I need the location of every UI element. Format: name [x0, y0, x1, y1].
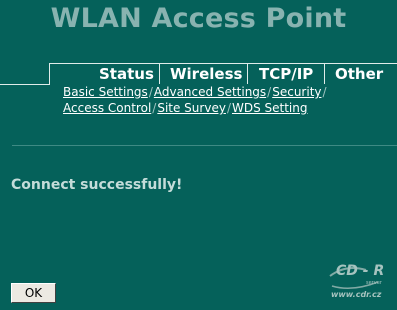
- watermark-url: www.cdr.cz: [331, 290, 382, 299]
- subnav-security-link[interactable]: Security: [272, 85, 321, 99]
- subnav-separator: /: [148, 85, 153, 99]
- tab-other[interactable]: Other: [335, 65, 383, 84]
- subnav-wds-setting-link[interactable]: WDS Setting: [232, 101, 308, 115]
- subnav-advanced-settings-link[interactable]: Advanced Settings: [154, 85, 266, 99]
- watermark-brand: CD - R: [336, 263, 385, 279]
- tab-wireless[interactable]: Wireless: [170, 65, 242, 84]
- subnav-row-2: Access Control/Site Survey/WDS Setting: [63, 101, 308, 116]
- tab-bar-baseline: [0, 84, 50, 85]
- tab-separator: [159, 64, 160, 84]
- subnav-site-survey-link[interactable]: Site Survey: [157, 101, 226, 115]
- subnav-access-control-link[interactable]: Access Control: [63, 101, 151, 115]
- subnav-row-1: Basic Settings/Advanced Settings/Securit…: [63, 85, 328, 100]
- page-title: WLAN Access Point: [50, 3, 347, 34]
- tab-separator: [247, 64, 248, 84]
- cdr-watermark-logo: CD - R server www.cdr.cz: [326, 262, 394, 302]
- tab-separator: [324, 64, 325, 84]
- subnav-separator: /: [267, 85, 272, 99]
- tab-bar-top-rule: [49, 63, 397, 64]
- subnav-basic-settings-link[interactable]: Basic Settings: [63, 85, 148, 99]
- subnav-separator: /: [152, 101, 157, 115]
- subnav-separator: /: [226, 101, 231, 115]
- ok-button[interactable]: OK: [11, 283, 56, 303]
- tab-status[interactable]: Status: [99, 65, 154, 84]
- tab-tcpip[interactable]: TCP/IP: [259, 65, 313, 84]
- status-message: Connect successfully!: [11, 177, 183, 193]
- subnav-separator: /: [322, 85, 327, 99]
- content-divider: [12, 145, 397, 146]
- watermark-small-text: server: [366, 280, 382, 286]
- tab-bar-left-edge: [49, 63, 50, 84]
